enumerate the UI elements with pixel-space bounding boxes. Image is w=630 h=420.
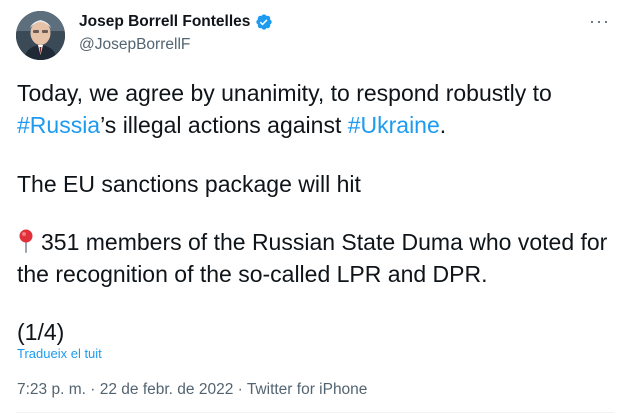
tweet-text-span: . (439, 112, 447, 138)
tweet-paragraph-4: (1/4) (17, 319, 65, 345)
round-pushpin-icon (17, 229, 35, 253)
hashtag-russia[interactable]: #Russia (17, 112, 100, 138)
divider (16, 412, 614, 413)
meta-separator: · (85, 381, 100, 398)
translate-tweet-link[interactable]: Tradueix el tuit (17, 346, 102, 361)
verified-badge-icon (255, 13, 273, 31)
tweet-paragraph-2: The EU sanctions package will hit (17, 171, 361, 197)
avatar[interactable] (16, 11, 65, 60)
author-name[interactable]: Josep Borrell Fontelles (79, 13, 250, 31)
author-name-row: Josep Borrell Fontelles (79, 13, 273, 31)
author-handle[interactable]: @JosepBorrellF (79, 36, 190, 54)
meta-separator: · (233, 381, 247, 398)
tweet-source[interactable]: Twitter for iPhone (247, 381, 368, 398)
hashtag-ukraine[interactable]: #Ukraine (348, 112, 440, 138)
tweet-paragraph-1: Today, we agree by unanimity, to respond… (17, 77, 617, 141)
tweet-card: Josep Borrell Fontelles @JosepBorrellF ·… (0, 0, 630, 420)
tweet-text-span: 351 members of the Russian State Duma wh… (17, 229, 608, 287)
tweet-time[interactable]: 7:23 p. m. (17, 381, 86, 398)
tweet-metadata: 7:23 p. m. · 22 de febr. de 2022 · Twitt… (17, 381, 367, 399)
tweet-date[interactable]: 22 de febr. de 2022 (100, 381, 234, 398)
tweet-text-span: Today, we agree by unanimity, to respond… (17, 80, 552, 106)
more-options-icon[interactable]: ··· (589, 12, 610, 30)
avatar-image (16, 11, 65, 60)
tweet-paragraph-3: 351 members of the Russian State Duma wh… (17, 226, 617, 290)
tweet-text: Today, we agree by unanimity, to respond… (17, 77, 617, 348)
tweet-text-span: ’s illegal actions against (100, 112, 348, 138)
